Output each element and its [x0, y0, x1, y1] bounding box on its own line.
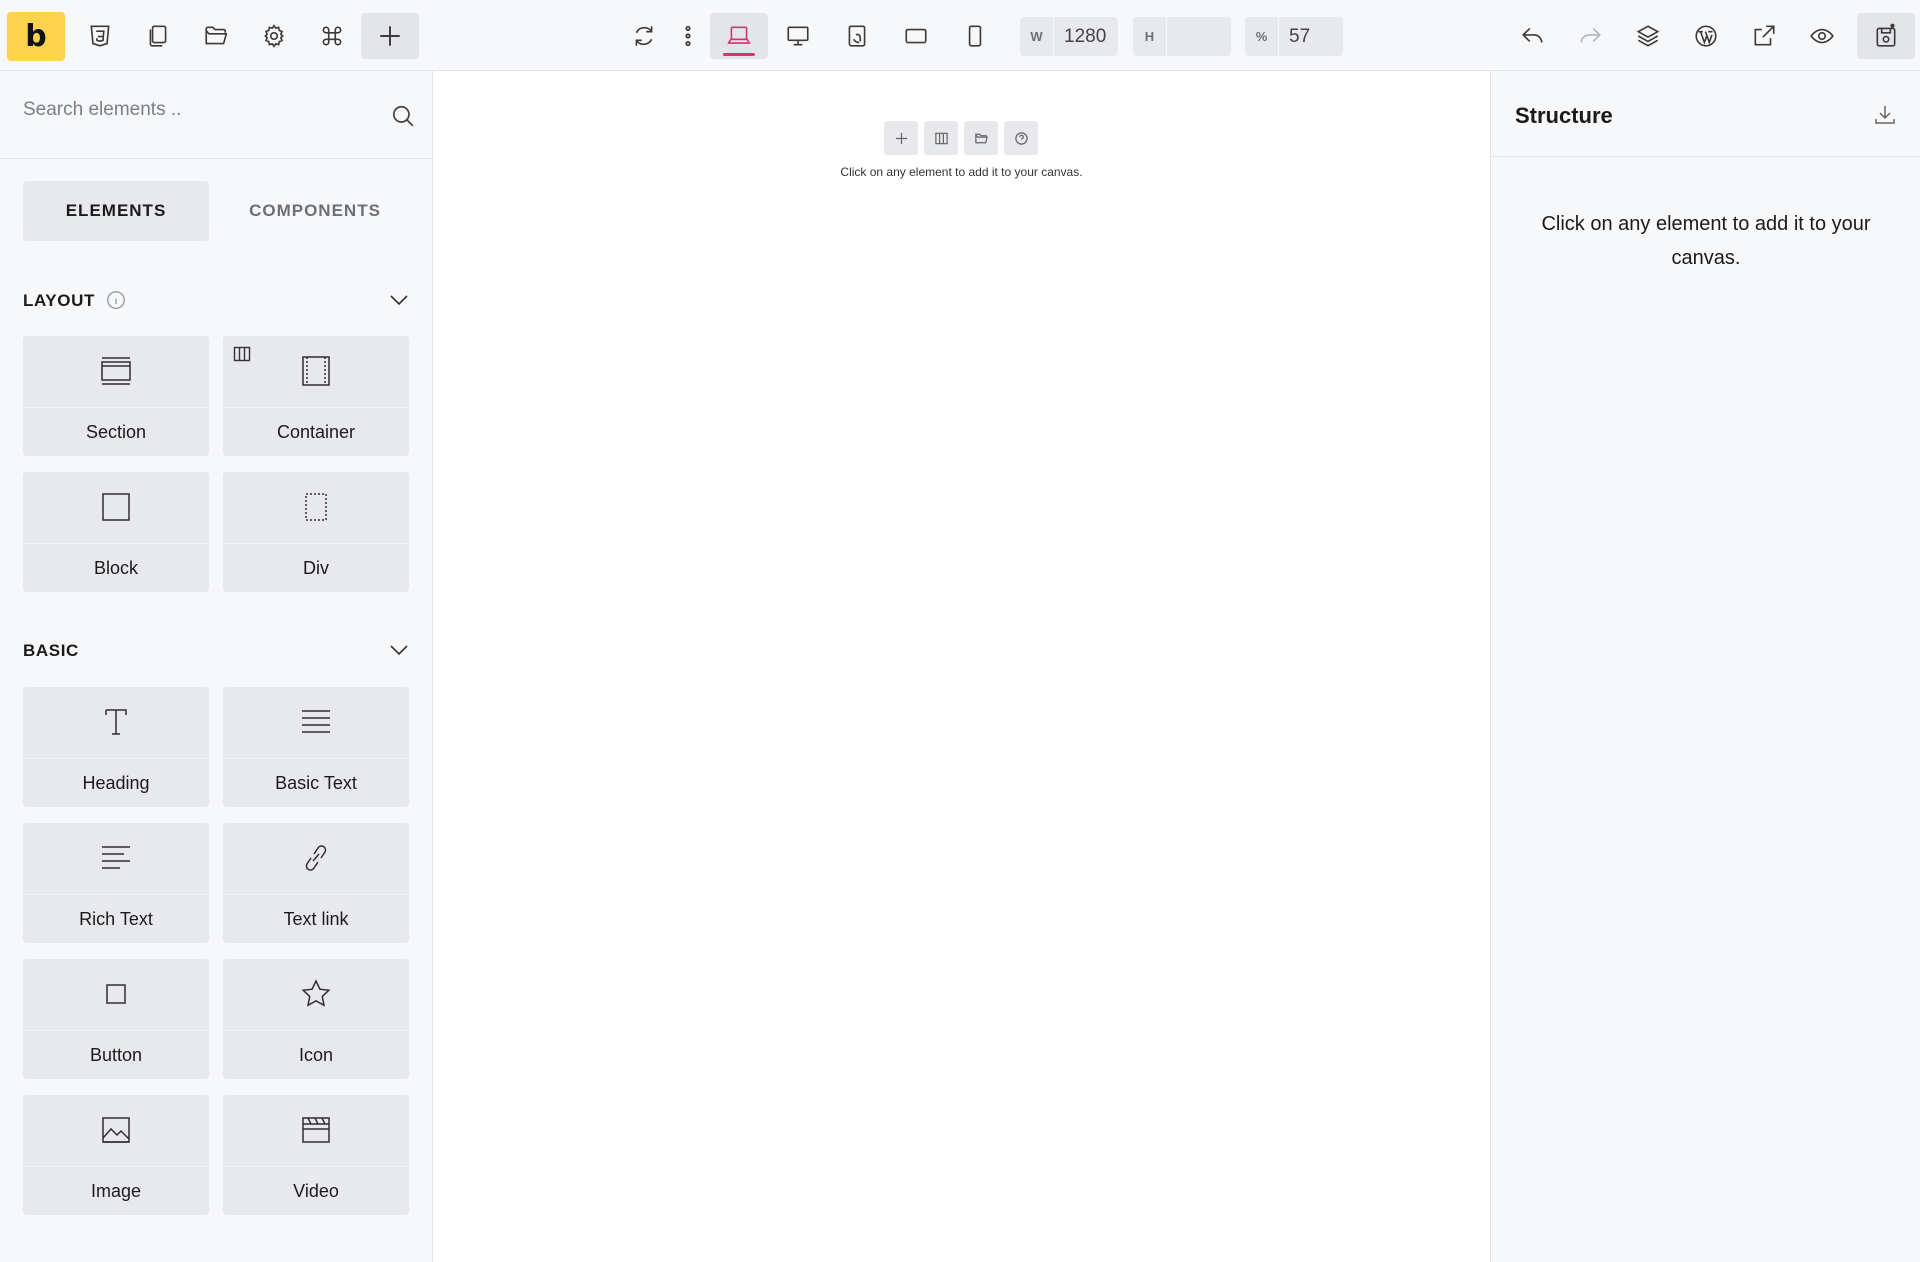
width-value[interactable]: 1280	[1054, 26, 1106, 48]
eye-icon[interactable]	[1793, 13, 1851, 59]
element-label: Heading	[82, 772, 150, 793]
chevron-down-icon[interactable]	[387, 288, 411, 312]
html5-icon[interactable]	[71, 13, 129, 59]
pages-icon[interactable]	[129, 13, 187, 59]
mobile-icon[interactable]	[946, 13, 1004, 59]
element-block[interactable]: Block	[23, 472, 209, 592]
group-title-basic[interactable]: BASIC	[23, 641, 79, 661]
canvas-columns-button[interactable]	[924, 121, 958, 155]
structure-header: Structure	[1491, 71, 1920, 157]
link-icon	[305, 845, 327, 871]
zoom-value[interactable]: 57	[1279, 26, 1310, 48]
element-image[interactable]: Image	[23, 1095, 209, 1215]
search-icon[interactable]	[390, 103, 416, 129]
element-label: Section	[85, 421, 147, 442]
block-icon	[102, 493, 130, 521]
plus-icon	[895, 132, 907, 144]
device-laptop-button[interactable]	[710, 13, 768, 59]
more-vertical-icon[interactable]	[666, 13, 710, 59]
plus-icon	[380, 26, 400, 46]
builder-canvas[interactable]: Click on any element to add it to your c…	[433, 71, 1490, 1262]
element-basic-text[interactable]: Basic Text	[223, 687, 409, 807]
bricks-logo[interactable]: b	[7, 12, 65, 61]
panel-title: Structure	[1515, 103, 1613, 128]
rich-text-icon	[102, 846, 130, 869]
element-label: Text link	[283, 908, 349, 929]
star-icon	[301, 979, 331, 1007]
active-device-indicator	[723, 53, 755, 56]
columns-icon	[934, 132, 948, 144]
element-label: Icon	[298, 1044, 334, 1065]
external-link-icon[interactable]	[1735, 13, 1793, 59]
help-icon	[1014, 131, 1028, 145]
download-icon[interactable]	[1873, 103, 1897, 127]
container-icon	[302, 356, 330, 386]
zoom-input[interactable]: % 57	[1245, 17, 1343, 56]
top-toolbar: b W 1280 H % 57	[0, 0, 1920, 71]
element-video[interactable]: Video	[223, 1095, 409, 1215]
tab-components[interactable]: COMPONENTS	[222, 181, 408, 241]
structure-panel: Structure Click on any element to add it…	[1490, 71, 1920, 1262]
command-icon[interactable]	[303, 13, 361, 59]
basic-text-icon	[302, 710, 330, 733]
info-icon[interactable]	[105, 289, 127, 311]
div-icon	[305, 493, 327, 521]
element-label: Block	[93, 557, 138, 578]
button-icon	[106, 984, 126, 1004]
save-button[interactable]	[1857, 13, 1915, 59]
add-elements-button[interactable]	[361, 13, 419, 59]
element-label: Div	[303, 557, 329, 578]
zoom-label: %	[1245, 17, 1279, 56]
tablet-landscape-icon[interactable]	[828, 13, 886, 59]
element-div[interactable]: Div	[223, 472, 409, 592]
video-icon	[302, 1117, 330, 1143]
structure-empty-message: Click on any element to add it to your c…	[1541, 213, 1871, 269]
redo-icon[interactable]	[1561, 13, 1619, 59]
element-label: Basic Text	[275, 772, 357, 793]
canvas-add-button[interactable]	[884, 121, 918, 155]
wordpress-icon[interactable]	[1677, 13, 1735, 59]
section-icon	[101, 357, 131, 385]
element-label: Rich Text	[79, 908, 153, 929]
element-rich-text[interactable]: Rich Text	[23, 823, 209, 943]
laptop-icon	[727, 26, 751, 44]
elements-panel: ELEMENTS COMPONENTS LAYOUT Section Conta…	[0, 71, 433, 1262]
desktop-icon[interactable]	[769, 13, 827, 59]
gear-icon[interactable]	[245, 13, 303, 59]
element-label: Container	[276, 421, 356, 442]
element-search	[0, 71, 432, 159]
layers-icon[interactable]	[1619, 13, 1677, 59]
group-title-layout[interactable]: LAYOUT	[23, 291, 95, 311]
canvas-empty-message: Click on any element to add it to your c…	[840, 165, 1083, 179]
width-input[interactable]: W 1280	[1020, 17, 1118, 56]
search-input[interactable]	[23, 99, 363, 121]
element-section[interactable]: Section	[23, 336, 209, 456]
element-icon[interactable]: Icon	[223, 959, 409, 1079]
canvas-toolbar	[884, 121, 1038, 155]
folder-icon	[974, 133, 988, 143]
refresh-icon[interactable]	[615, 13, 673, 59]
width-label: W	[1020, 17, 1054, 56]
element-label: Video	[293, 1180, 339, 1201]
element-container[interactable]: Container	[223, 336, 409, 456]
element-heading[interactable]: Heading	[23, 687, 209, 807]
folder-icon[interactable]	[187, 13, 245, 59]
tablet-portrait-icon[interactable]	[887, 13, 945, 59]
element-label: Button	[89, 1044, 143, 1065]
save-icon	[1876, 23, 1896, 47]
canvas-help-button[interactable]	[1004, 121, 1038, 155]
element-button[interactable]: Button	[23, 959, 209, 1079]
image-icon	[102, 1117, 130, 1143]
element-text-link[interactable]: Text link	[223, 823, 409, 943]
height-label: H	[1133, 17, 1167, 56]
heading-icon	[105, 709, 127, 735]
chevron-down-icon[interactable]	[387, 638, 411, 662]
undo-icon[interactable]	[1504, 13, 1562, 59]
element-label: Image	[90, 1180, 142, 1201]
height-input[interactable]: H	[1133, 17, 1231, 56]
canvas-templates-button[interactable]	[964, 121, 998, 155]
tab-elements[interactable]: ELEMENTS	[23, 181, 209, 241]
